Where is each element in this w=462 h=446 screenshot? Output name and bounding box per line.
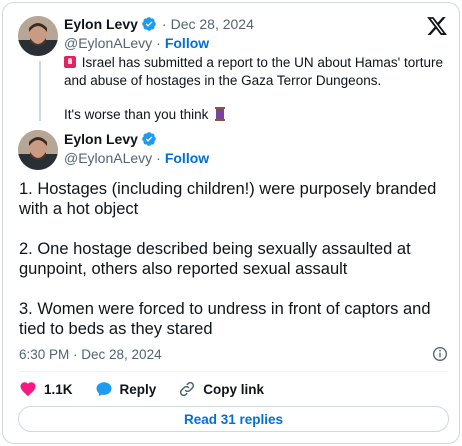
separator: · [156,150,161,166]
link-icon [180,381,195,397]
read-replies-button[interactable]: Read 31 replies [18,406,449,432]
like-button[interactable]: 1.1K [19,380,73,398]
copy-link-button[interactable]: Copy link [178,380,264,398]
thread-connector-line [39,61,41,121]
author-name[interactable]: Eylon Levy [64,131,138,147]
verified-badge-icon [142,17,156,31]
quoted-handle-row: @EylonALevy · Follow [64,35,209,51]
follow-button[interactable]: Follow [165,150,209,166]
reply-label: Reply [119,381,157,397]
divider [19,371,447,372]
copy-link-label: Copy link [203,381,265,397]
post-paragraph: 3. Women were forced to undress in front… [19,300,431,338]
verified-badge-icon [142,132,156,146]
author-handle[interactable]: @EylonALevy [64,150,152,166]
avatar-photo [18,130,58,170]
separator: · [161,16,167,32]
x-logo-icon[interactable] [426,15,448,37]
like-count: 1.1K [44,381,73,397]
main-post-text: 1. Hostages (including children!) were p… [19,179,449,359]
reply-button[interactable]: Reply [95,380,157,398]
avatar-photo [18,16,58,56]
thread-emoji-icon [215,107,226,121]
main-author-row: Eylon Levy [64,131,157,147]
follow-button[interactable]: Follow [165,35,209,51]
post-timestamp[interactable]: 6:30 PM · Dec 28, 2024 [19,347,162,362]
main-handle-row: @EylonALevy · Follow [64,150,209,166]
post-date[interactable]: Dec 28, 2024 [171,16,254,32]
reply-icon [96,382,112,397]
separator: · [156,35,161,51]
quoted-post-text: Israel has submitted a report to the UN … [64,54,449,124]
author-handle[interactable]: @EylonALevy [64,35,152,51]
tweet-embed-card: Eylon Levy · Dec 28, 2024 @EylonALevy · … [2,2,460,444]
avatar[interactable] [18,130,58,170]
info-icon[interactable] [432,346,448,362]
action-bar: 1.1K Reply Copy link [19,379,286,399]
post-paragraph: 2. One hostage described being sexually … [19,240,411,278]
siren-emoji-icon [64,56,76,68]
author-name[interactable]: Eylon Levy [64,16,138,32]
avatar[interactable] [18,16,58,56]
quoted-author-row: Eylon Levy · Dec 28, 2024 [64,16,254,32]
quoted-text-line2: It's worse than you think [64,107,209,122]
read-replies-label: Read 31 replies [183,411,284,427]
post-paragraph: 1. Hostages (including children!) were p… [19,180,437,218]
heart-icon [20,382,36,397]
quoted-text-line1: Israel has submitted a report to the UN … [64,55,444,88]
